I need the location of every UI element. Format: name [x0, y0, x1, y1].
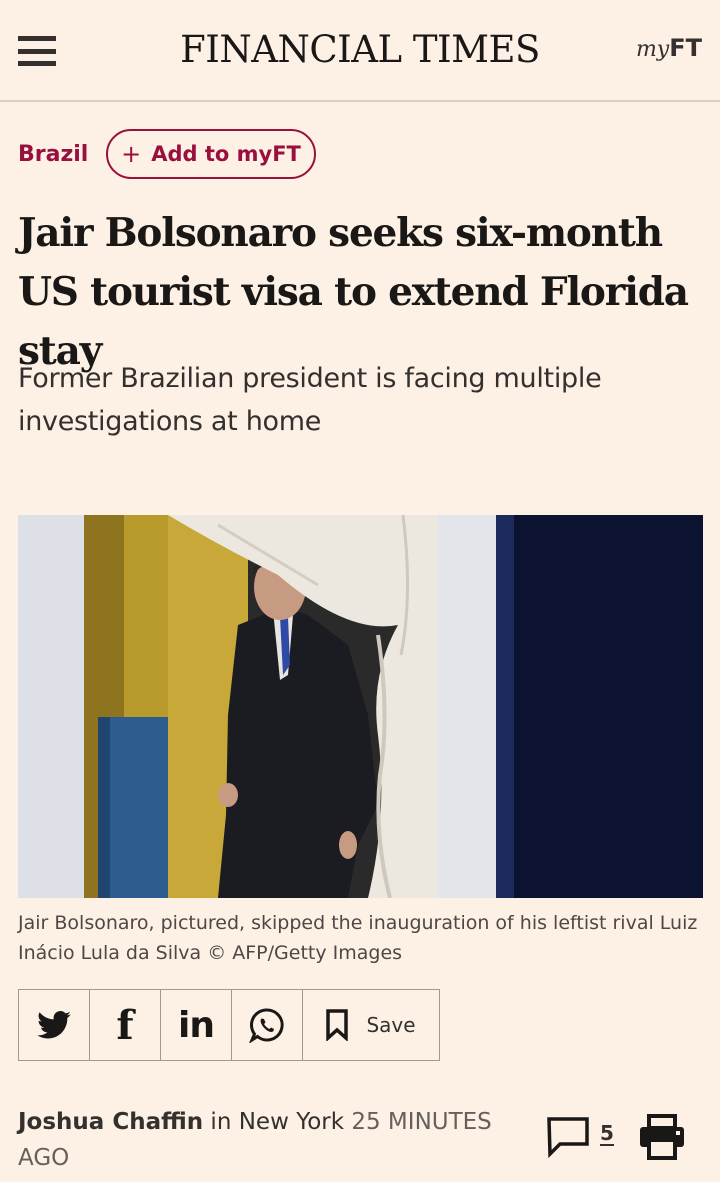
topic-link[interactable]: Brazil	[18, 142, 88, 167]
article-standfirst: Former Brazilian president is facing mul…	[18, 363, 602, 437]
whatsapp-icon	[249, 1008, 284, 1043]
site-header: FINANCIAL TIMES myFT	[0, 0, 720, 102]
comments-link[interactable]: 5	[546, 1116, 614, 1158]
whatsapp-share-button[interactable]	[232, 990, 303, 1060]
comment-icon	[547, 1117, 589, 1158]
article-photo	[18, 515, 703, 898]
article-headline: Jair Bolsonaro seeks six-month US touris…	[18, 210, 689, 374]
save-button[interactable]: Save	[303, 990, 439, 1060]
photo-caption: Jair Bolsonaro, pictured, skipped the in…	[18, 912, 698, 964]
location-label: New York	[238, 1109, 345, 1135]
comment-count: 5	[600, 1121, 614, 1146]
location-prefix: in	[203, 1109, 239, 1135]
plus-icon: +	[121, 140, 142, 168]
save-label: Save	[366, 1013, 416, 1037]
twitter-share-button[interactable]	[19, 990, 90, 1060]
myft-link[interactable]: myFT	[636, 34, 702, 62]
printer-icon	[640, 1114, 684, 1160]
print-button[interactable]	[638, 1114, 686, 1164]
myft-my: my	[635, 37, 670, 62]
linkedin-share-button[interactable]: in	[161, 990, 232, 1060]
masthead-logo[interactable]: FINANCIAL TIMES	[0, 28, 720, 71]
bookmark-icon	[326, 1009, 349, 1041]
share-bar: f in Save	[18, 989, 440, 1061]
author-link[interactable]: Joshua Chaffin	[18, 1109, 203, 1135]
byline: Joshua Chaffin in New York 25 MINUTES AG…	[18, 1104, 498, 1176]
myft-ft: FT	[669, 34, 702, 62]
add-to-myft-label: Add to myFT	[151, 142, 301, 166]
facebook-icon: f	[116, 1001, 134, 1049]
add-to-myft-button[interactable]: + Add to myFT	[106, 129, 316, 179]
twitter-icon	[37, 1011, 71, 1039]
facebook-share-button[interactable]: f	[90, 990, 161, 1060]
linkedin-icon: in	[178, 1004, 215, 1046]
